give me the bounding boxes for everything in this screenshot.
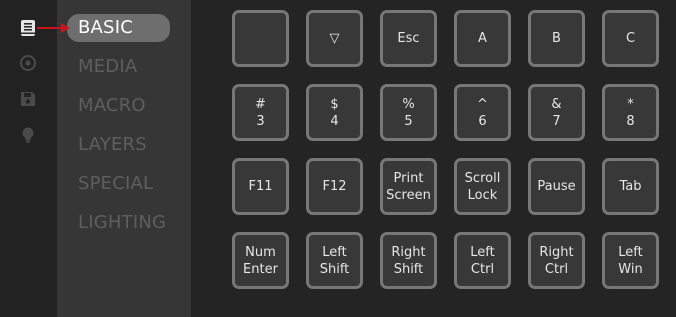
category-media[interactable]: MEDIA [67,53,170,81]
key-button[interactable]: * 8 [602,84,659,141]
key-button[interactable]: C [602,10,659,67]
key-button[interactable]: ▽ [306,10,363,67]
key-button[interactable] [232,10,289,67]
category-basic[interactable]: BASIC [67,14,170,42]
key-button[interactable]: & 7 [528,84,585,141]
category-layers[interactable]: LAYERS [67,131,170,159]
key-button[interactable]: Num Enter [232,232,289,289]
category-special[interactable]: SPECIAL [67,170,170,198]
key-button[interactable]: Right Shift [380,232,437,289]
category-sidebar: BASIC MEDIA MACRO LAYERS SPECIAL LIGHTIN… [57,0,191,317]
key-grid: ▽ Esc A B C # 3 $ 4 % 5 ^ 6 & 7 * 8 F11 F12 Print Scr… [232,10,664,296]
save-icon[interactable] [17,88,39,110]
category-macro[interactable]: MACRO [67,92,170,120]
key-button[interactable]: $ 4 [306,84,363,141]
key-button[interactable]: A [454,10,511,67]
keymap-editor: BASIC MEDIA MACRO LAYERS SPECIAL LIGHTIN… [0,0,676,317]
book-icon[interactable] [17,17,39,39]
category-lighting[interactable]: LIGHTING [67,209,170,237]
disc-icon[interactable] [17,52,39,74]
key-button[interactable]: F11 [232,158,289,215]
key-button[interactable]: % 5 [380,84,437,141]
key-button[interactable]: B [528,10,585,67]
key-button[interactable]: Esc [380,10,437,67]
key-button[interactable]: Left Ctrl [454,232,511,289]
key-button[interactable]: # 3 [232,84,289,141]
key-button[interactable]: ^ 6 [454,84,511,141]
key-button[interactable]: Pause [528,158,585,215]
lightbulb-icon[interactable] [17,124,39,146]
icon-rail [0,0,57,317]
key-button[interactable]: Tab [602,158,659,215]
key-button[interactable]: Scroll Lock [454,158,511,215]
key-button[interactable]: Left Win [602,232,659,289]
annotation-arrow-icon [37,23,70,33]
key-button[interactable]: Print Screen [380,158,437,215]
key-button[interactable]: Right Ctrl [528,232,585,289]
key-button[interactable]: Left Shift [306,232,363,289]
key-button[interactable]: F12 [306,158,363,215]
